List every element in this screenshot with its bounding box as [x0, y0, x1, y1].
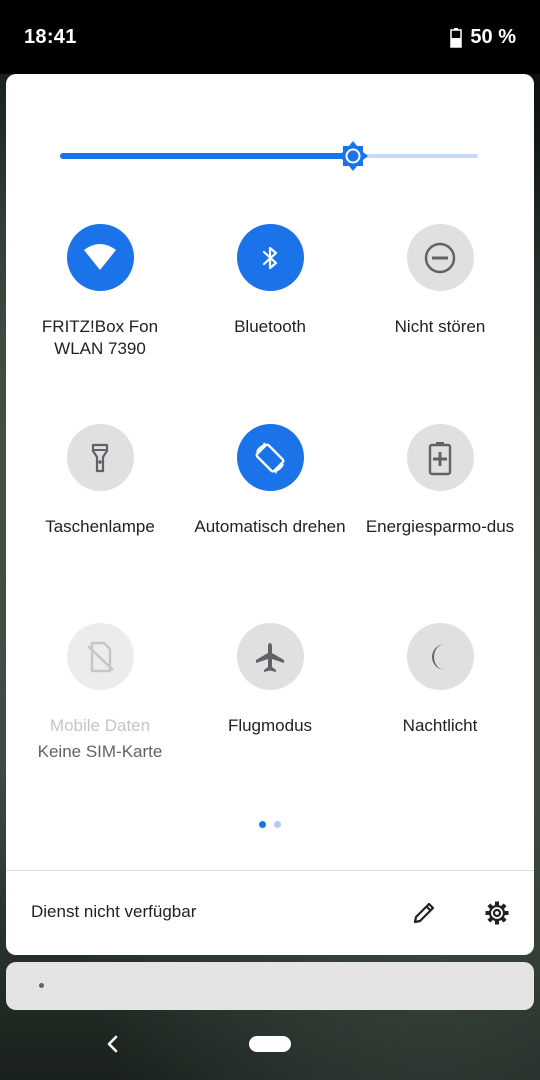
- battery-saver-icon: [428, 441, 452, 475]
- tile-battery-saver-label: Energiesparmo-dus: [365, 517, 515, 536]
- brightness-fill: [60, 153, 353, 159]
- page-dot-1[interactable]: [259, 821, 266, 828]
- battery-percent: 50 %: [470, 26, 516, 48]
- settings-icon: [485, 901, 509, 925]
- status-time: 18:41: [24, 26, 77, 48]
- back-icon[interactable]: [100, 1030, 124, 1058]
- brightness-slider[interactable]: [60, 140, 480, 172]
- tile-dnd-label: Nicht stören: [394, 317, 486, 336]
- navigation-bar: [0, 1016, 540, 1080]
- settings-button[interactable]: [480, 896, 514, 930]
- tile-airplane[interactable]: Flugmodus: [185, 623, 355, 793]
- battery-icon: [450, 27, 463, 48]
- edit-button[interactable]: [407, 896, 441, 930]
- tile-airplane-button[interactable]: [236, 623, 304, 690]
- page-dot-2[interactable]: [274, 821, 281, 828]
- do-not-disturb-icon: [424, 242, 456, 273]
- notification-dot: [39, 983, 44, 988]
- tile-mobile-data-label: Mobile Daten: [49, 716, 151, 735]
- tile-bluetooth-button[interactable]: [236, 224, 304, 291]
- auto-rotate-icon: [255, 441, 285, 474]
- tile-flashlight-button[interactable]: [66, 424, 134, 491]
- tile-flashlight[interactable]: Taschenlampe: [15, 424, 185, 594]
- flashlight-icon: [91, 443, 109, 472]
- tile-autorotate-label: Automatisch drehen: [194, 517, 346, 536]
- notification-card[interactable]: [6, 962, 534, 1010]
- panel-divider: [6, 870, 534, 871]
- tile-night-light[interactable]: Nachtlicht: [355, 623, 525, 793]
- no-sim-icon: [87, 641, 114, 672]
- home-pill[interactable]: [249, 1036, 291, 1052]
- page-indicator: [259, 821, 281, 828]
- tile-wifi-label: FRITZ!Box Fon WLAN 7390: [41, 317, 159, 358]
- tile-battery-saver-button[interactable]: [406, 424, 474, 491]
- tile-airplane-label: Flugmodus: [227, 716, 313, 735]
- night-light-icon: [432, 643, 445, 670]
- tile-autorotate-button[interactable]: [236, 424, 304, 491]
- bluetooth-icon: [262, 246, 278, 269]
- tile-mobile-data-button[interactable]: [66, 623, 134, 690]
- tile-mobile-data-sublabel: Keine SIM-Karte: [37, 742, 163, 761]
- tile-bluetooth[interactable]: Bluetooth: [185, 224, 355, 394]
- tile-autorotate[interactable]: Automatisch drehen: [185, 424, 355, 594]
- quick-settings-panel: FRITZ!Box Fon WLAN 7390 Bluetooth Nicht …: [6, 74, 534, 955]
- wifi-icon: [84, 243, 116, 270]
- tile-dnd-button[interactable]: [406, 224, 474, 291]
- tile-wifi[interactable]: FRITZ!Box Fon WLAN 7390: [15, 224, 185, 394]
- airplane-icon: [256, 642, 284, 672]
- brightness-thumb-icon[interactable]: [337, 140, 369, 172]
- status-right: 50 %: [450, 26, 516, 49]
- status-bar: 18:41 50 %: [0, 0, 540, 74]
- tile-wifi-button[interactable]: [66, 224, 134, 291]
- tile-dnd[interactable]: Nicht stören: [355, 224, 525, 394]
- tile-flashlight-label: Taschenlampe: [45, 517, 155, 536]
- tile-battery-saver[interactable]: Energiesparmo-dus: [355, 424, 525, 594]
- tile-bluetooth-label: Bluetooth: [234, 317, 306, 336]
- carrier-status-text: Dienst nicht verfügbar: [31, 902, 197, 921]
- tile-night-light-label: Nachtlicht: [402, 716, 478, 735]
- edit-icon: [413, 902, 435, 924]
- tile-night-light-button[interactable]: [406, 623, 474, 690]
- tile-mobile-data[interactable]: Mobile Daten Keine SIM-Karte: [15, 623, 185, 793]
